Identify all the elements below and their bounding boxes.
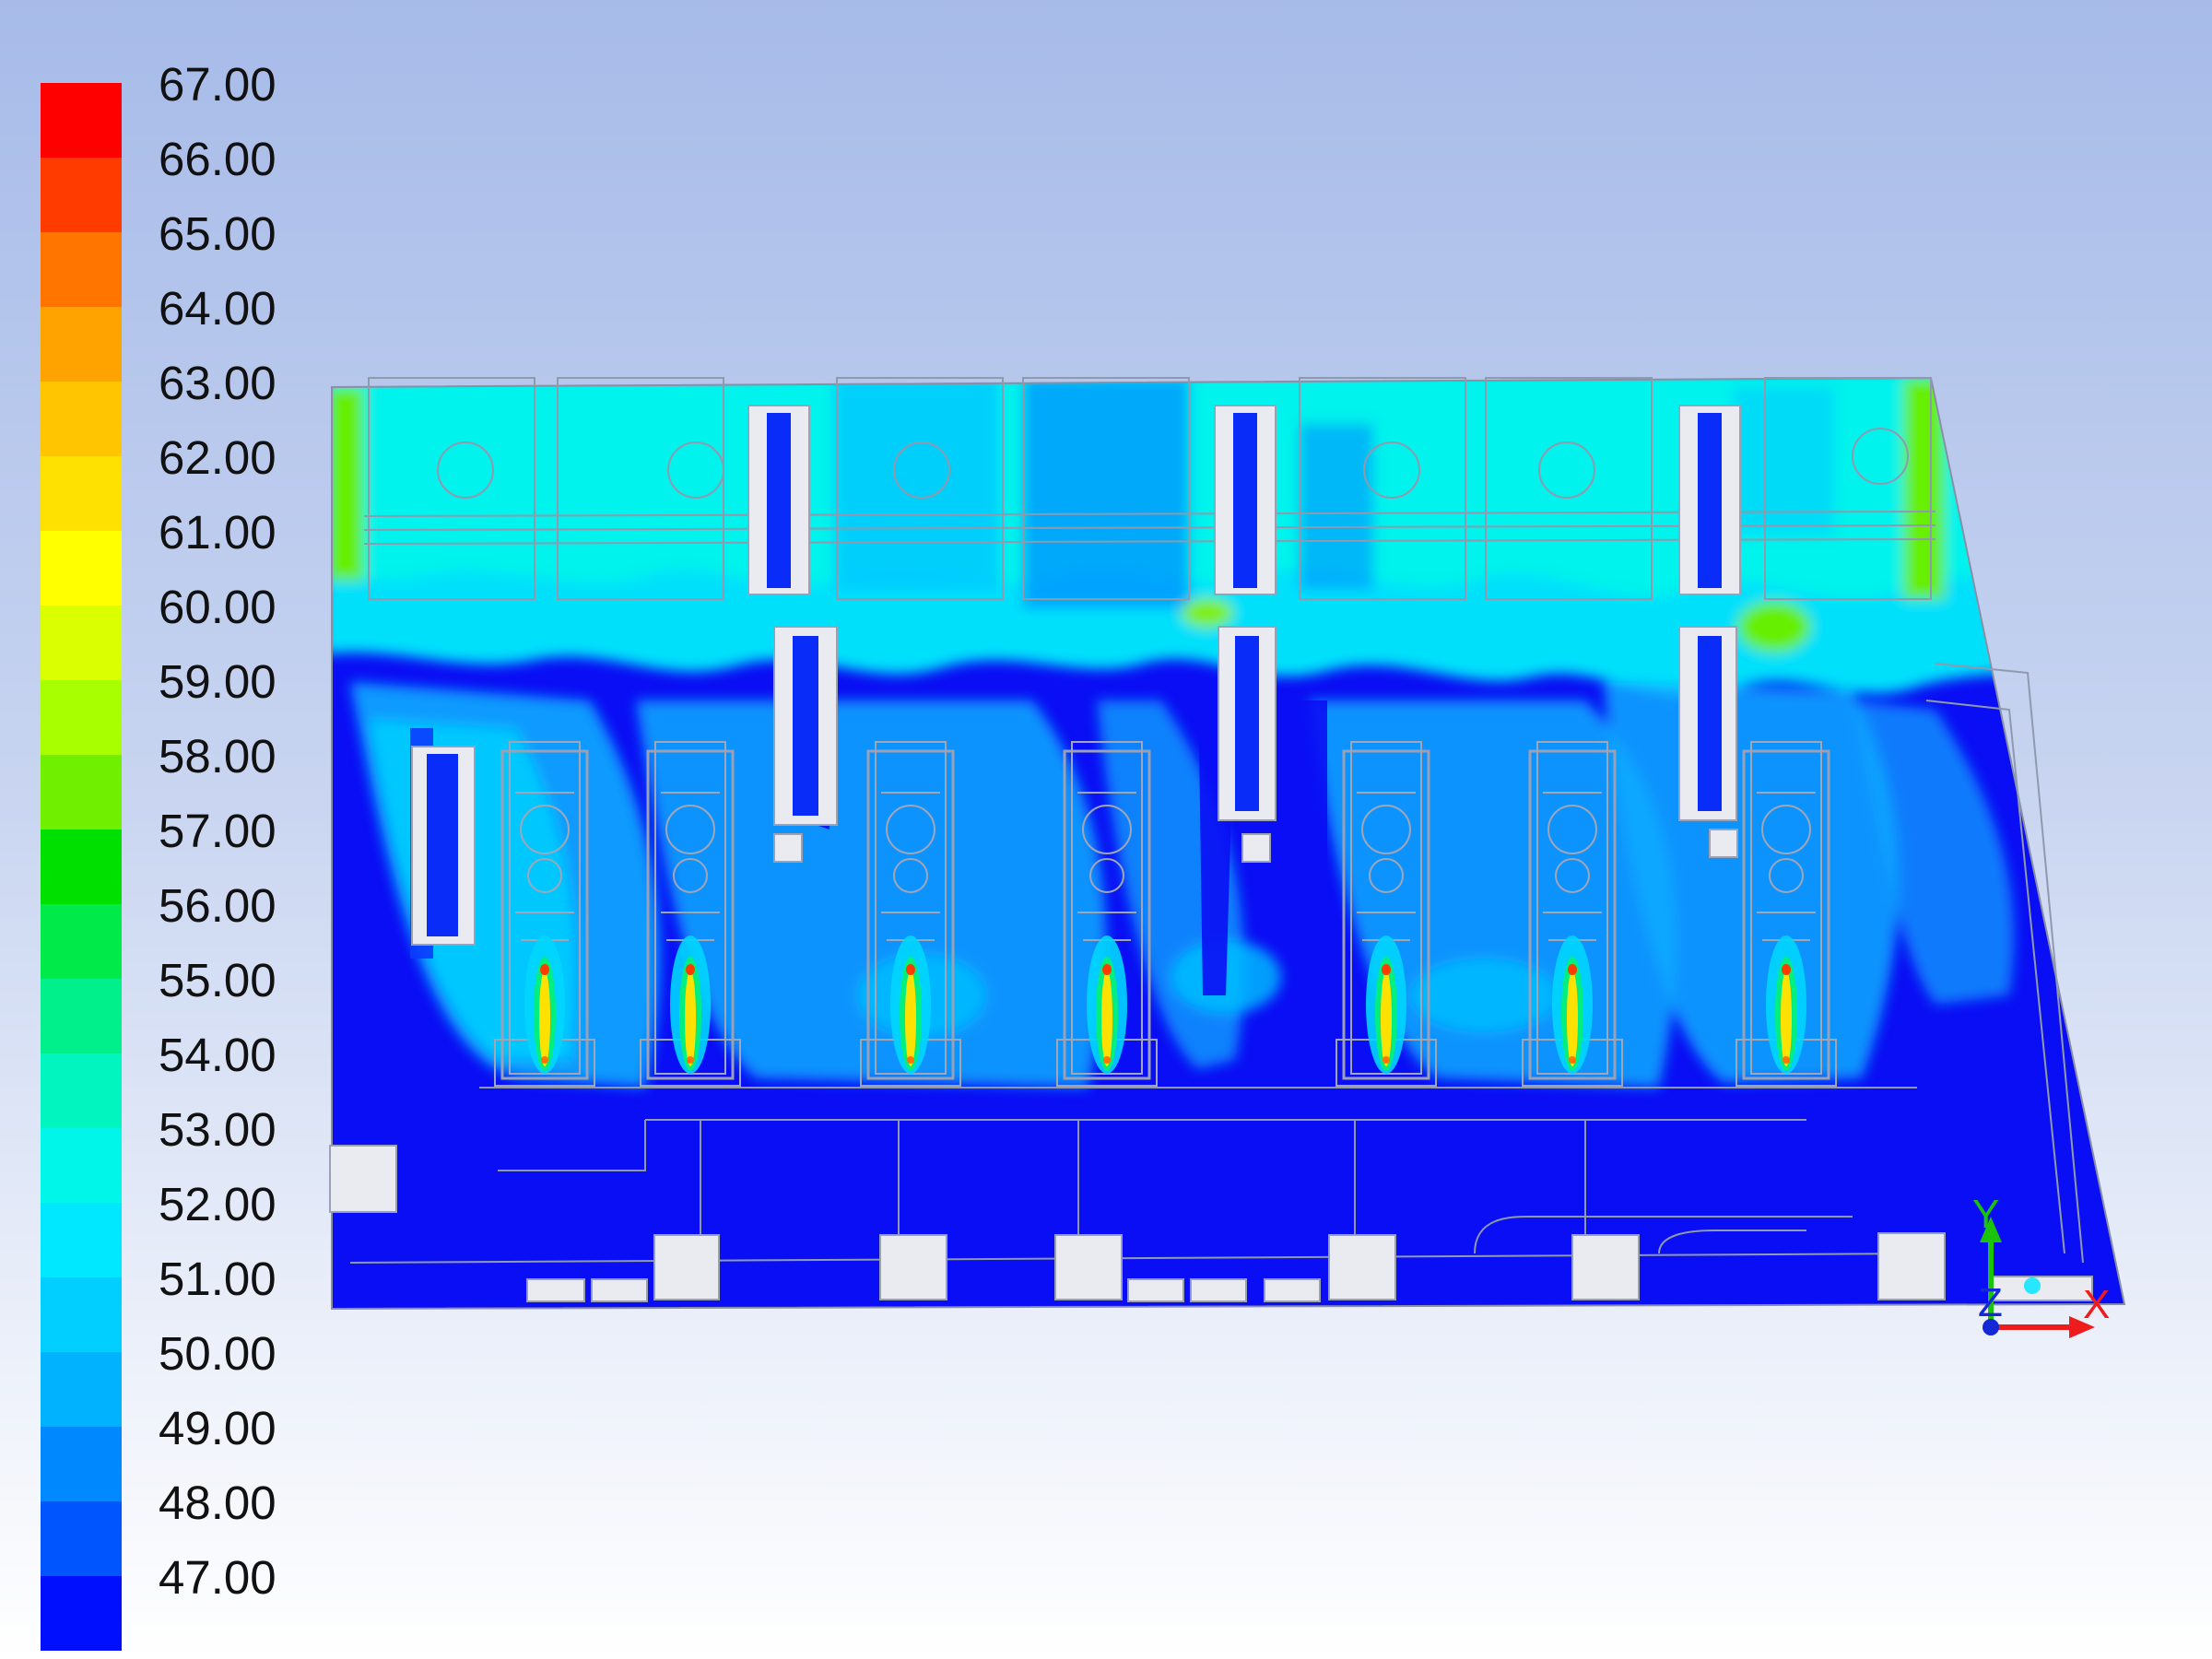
z-axis-label: Z: [1978, 1280, 2003, 1325]
x-axis-label: X: [2083, 1282, 2110, 1327]
graphics-viewport[interactable]: 67.00 66.00 65.00 64.00 63.00 62.00 61.00 60.00…: [0, 0, 2212, 1659]
y-axis-label: Y: [1972, 1192, 1999, 1237]
contour-plot[interactable]: Y X Z: [0, 0, 2212, 1659]
